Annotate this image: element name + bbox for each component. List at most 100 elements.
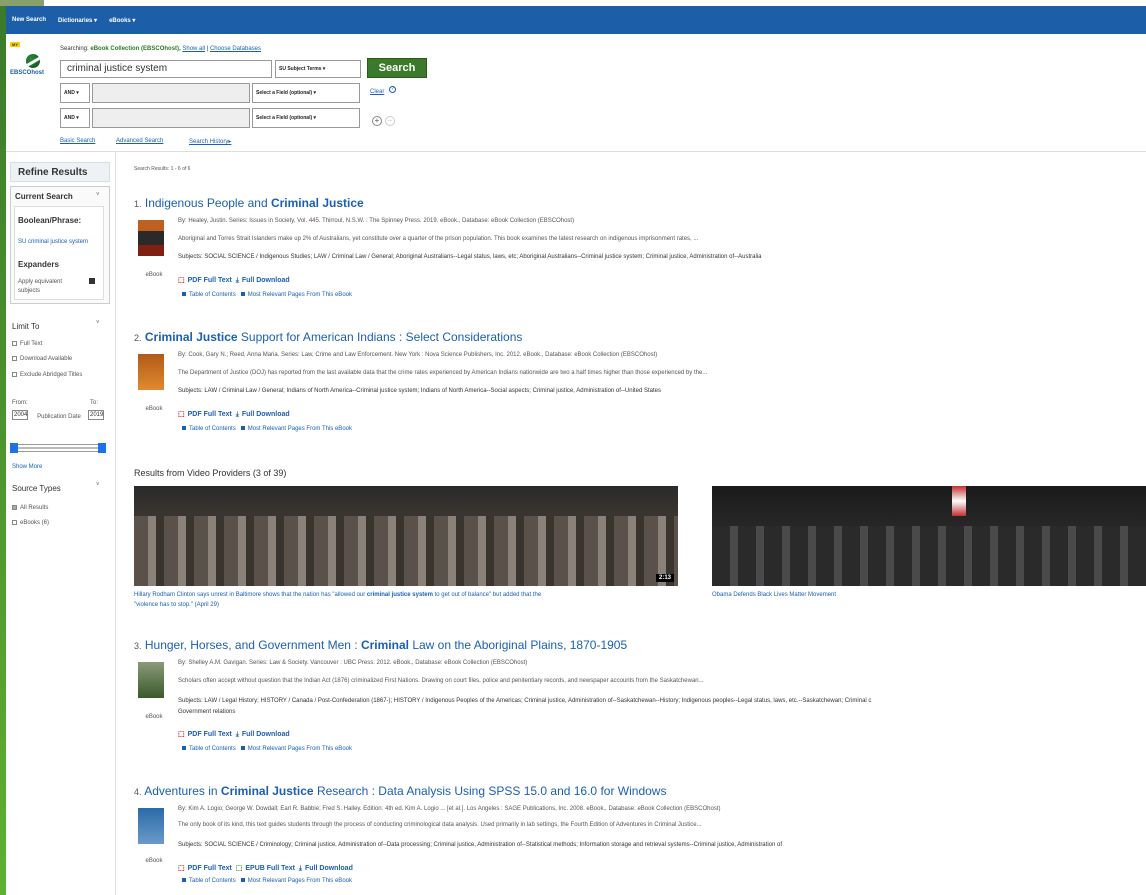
result-subjects-cont: Government relations	[178, 709, 236, 715]
result-links: ⬚ PDF Full Text ⤓ Full Download	[178, 410, 290, 419]
limit-full-text[interactable]: Full Text	[12, 341, 42, 347]
search-button[interactable]: Search	[367, 58, 427, 78]
help-icon[interactable]: ?	[389, 86, 396, 93]
field-select-2[interactable]: Select a Field (optional) ▾	[252, 83, 360, 103]
result-byline: By: Kim A. Logio; George W. Dowdall; Ear…	[178, 806, 721, 812]
to-year-input[interactable]: 2019	[88, 410, 104, 420]
relevant-pages-link[interactable]: Most Relevant Pages From This eBook	[248, 746, 352, 752]
limit-exclude-abridged[interactable]: Exclude Abridged Titles	[12, 371, 102, 380]
from-year-input[interactable]: 2004	[12, 410, 28, 420]
remove-expander-icon[interactable]	[89, 278, 95, 284]
result-title[interactable]: 1. Indigenous People and Criminal Justic…	[134, 196, 364, 210]
limit-to-title[interactable]: Limit To	[12, 322, 39, 331]
current-search-title[interactable]: Current Search	[15, 192, 73, 201]
toc-link[interactable]: Table of Contents	[189, 878, 236, 884]
search-input-2[interactable]	[92, 83, 250, 103]
result-abstract: The Department of Justice (DOJ) has repo…	[178, 370, 708, 376]
boolean-select-2[interactable]: AND ▾	[60, 83, 90, 103]
refine-sidebar: Refine Results Current Search ˅ Boolean/…	[6, 152, 116, 895]
source-chevron-icon[interactable]: ˅	[96, 482, 100, 488]
source-all-results[interactable]: All Results	[12, 505, 48, 511]
result-subjects: Subjects: SOCIAL SCIENCE / Indigenous St…	[178, 254, 762, 260]
book-cover-image[interactable]	[138, 354, 164, 390]
basic-search-link[interactable]: Basic Search	[60, 138, 95, 144]
result-sublinks: Table of Contents Most Relevant Pages Fr…	[182, 746, 352, 752]
toc-link[interactable]: Table of Contents	[189, 426, 236, 432]
clear-link[interactable]: Clear	[370, 89, 384, 95]
logo-text: EBSCOhost	[10, 70, 45, 76]
collapse-chevron-icon[interactable]: ˅	[96, 192, 100, 198]
source-ebooks[interactable]: eBooks (6)	[12, 520, 49, 526]
download-icon: ⤓	[298, 865, 303, 872]
slider-right-handle[interactable]	[98, 443, 106, 453]
result-title[interactable]: 3. Hunger, Horses, and Government Men : …	[134, 638, 627, 652]
limit-download-available[interactable]: Download Available	[12, 356, 72, 362]
book-cover-image[interactable]	[138, 220, 164, 256]
pdf-full-text-link[interactable]: PDF Full Text	[188, 731, 232, 738]
audience-image	[712, 526, 1146, 586]
bullet-icon	[240, 746, 245, 751]
remove-row-icon[interactable]: −	[385, 116, 395, 126]
ebooks-menu[interactable]: eBooks ▾	[109, 17, 135, 24]
video-thumbnail-1[interactable]: 2:13	[134, 486, 678, 586]
field-select-1[interactable]: SU Subject Terms ▾	[275, 60, 361, 78]
video-duration: 2:13	[655, 574, 674, 582]
search-history-link[interactable]: Search History▸	[189, 138, 231, 145]
add-row-icon[interactable]: +	[372, 116, 382, 126]
result-title[interactable]: 4. Adventures in Criminal Justice Resear…	[134, 784, 666, 798]
show-all-link[interactable]: Show all	[182, 46, 205, 52]
full-download-link[interactable]: Full Download	[242, 277, 290, 284]
book-cover-image[interactable]	[138, 808, 164, 844]
crowd-image	[134, 516, 678, 586]
new-search-link[interactable]: New Search	[12, 17, 46, 23]
relevant-pages-link[interactable]: Most Relevant Pages From This eBook	[248, 878, 352, 884]
limit-chevron-icon[interactable]: ˅	[96, 320, 100, 326]
download-icon: ⤓	[235, 411, 239, 418]
pdf-full-text-link[interactable]: PDF Full Text	[188, 277, 232, 284]
video-caption-1[interactable]: Hillary Rodham Clinton says unrest in Ba…	[134, 590, 694, 610]
result-links: ⬚ PDF Full Text ⤓ Full Download	[178, 276, 290, 285]
toc-link[interactable]: Table of Contents	[189, 292, 236, 298]
slider-left-handle[interactable]	[10, 443, 18, 453]
pdf-full-text-link[interactable]: PDF Full Text	[188, 865, 232, 872]
boolean-value-link[interactable]: SU criminal justice system	[18, 238, 98, 247]
boolean-select-3[interactable]: AND ▾	[60, 108, 90, 128]
results-pane: Search Results: 1 - 6 of 6 1. Indigenous…	[118, 152, 1146, 895]
result-type-label: eBook	[145, 858, 163, 864]
search-input-3[interactable]	[92, 108, 250, 128]
field-select-3[interactable]: Select a Field (optional) ▾	[252, 108, 360, 128]
source-types-title[interactable]: Source Types	[12, 484, 61, 493]
pdf-icon: ⬚	[178, 411, 185, 418]
result-title[interactable]: 2. Criminal Justice Support for American…	[134, 330, 522, 344]
video-caption-2[interactable]: Obama Defends Black Lives Matter Movemen…	[712, 590, 836, 600]
pdf-icon: ⬚	[178, 277, 185, 284]
full-download-link[interactable]: Full Download	[242, 731, 290, 738]
full-download-link[interactable]: Full Download	[242, 411, 290, 418]
pdf-full-text-link[interactable]: PDF Full Text	[188, 411, 232, 418]
result-byline: By: Cook, Gary N.; Reed, Anna Maria. Ser…	[178, 352, 658, 358]
result-item: 4. Adventures in Criminal Justice Resear…	[134, 784, 1144, 895]
bullet-icon	[182, 746, 186, 751]
show-more-link[interactable]: Show More	[12, 464, 42, 470]
date-range-slider[interactable]	[10, 443, 106, 453]
advanced-search-link[interactable]: Advanced Search	[116, 138, 163, 144]
epub-full-text-link[interactable]: EPUB Full Text	[245, 865, 295, 872]
my-badge: MY	[10, 42, 20, 47]
result-type-label: eBook	[145, 272, 163, 278]
book-cover-image[interactable]	[138, 662, 164, 698]
ebscohost-logo[interactable]: MY EBSCOhost	[8, 42, 58, 82]
expander-value: Apply equivalent subjects	[18, 279, 63, 294]
result-subjects: Subjects: SOCIAL SCIENCE / Criminology; …	[178, 842, 782, 848]
download-icon: ⤓	[235, 277, 239, 284]
dictionaries-menu[interactable]: Dictionaries ▾	[58, 17, 97, 24]
relevant-pages-link[interactable]: Most Relevant Pages From This eBook	[248, 292, 352, 298]
relevant-pages-link[interactable]: Most Relevant Pages From This eBook	[248, 426, 352, 432]
video-thumbnail-2[interactable]	[712, 486, 1146, 586]
ebsco-globe-icon	[26, 54, 40, 68]
checkbox-icon	[12, 520, 17, 525]
choose-databases-link[interactable]: Choose Databases	[210, 46, 261, 52]
search-query-input[interactable]: criminal justice system	[60, 60, 272, 78]
full-download-link[interactable]: Full Download	[305, 865, 353, 872]
toc-link[interactable]: Table of Contents	[189, 746, 236, 752]
bullet-icon	[182, 878, 186, 883]
